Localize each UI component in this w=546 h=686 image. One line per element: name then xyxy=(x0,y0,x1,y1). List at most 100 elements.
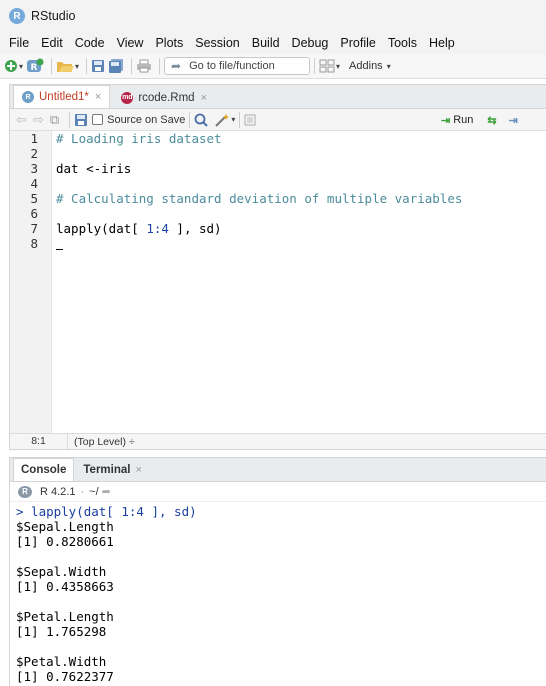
r-script-icon: R xyxy=(22,91,34,103)
console-output-line: $Petal.Width xyxy=(16,654,107,669)
console-output-line: [1] 0.7622377 xyxy=(16,669,114,684)
menu-file[interactable]: File xyxy=(4,36,34,50)
forward-arrow-icon[interactable]: ⇨ xyxy=(33,112,44,128)
menu-session[interactable]: Session xyxy=(190,36,244,50)
tab-label: Console xyxy=(21,464,67,476)
line-number: 3 xyxy=(30,161,38,176)
chevron-down-icon: ▾ xyxy=(336,61,341,71)
console-tabs: Console Terminal × xyxy=(10,458,546,482)
console-pane: Console Terminal × R R 4.2.1 · ~/ ➦ > la… xyxy=(9,457,546,686)
run-label: Run xyxy=(453,114,474,126)
chevron-down-icon: ▾ xyxy=(19,61,24,71)
scope-selector[interactable]: (Top Level) ÷ xyxy=(68,436,135,448)
tab-terminal[interactable]: Terminal × xyxy=(76,459,149,481)
code-editor[interactable]: 1 2 3 4 5 6 7 8 # Loading iris dataset d… xyxy=(10,131,546,435)
save-all-icon xyxy=(109,59,124,73)
console-output-line: $Petal.Length xyxy=(16,609,114,624)
save-button[interactable] xyxy=(91,56,105,76)
console-output-line: [1] 0.8280661 xyxy=(16,534,114,549)
menu-build[interactable]: Build xyxy=(247,36,285,50)
grid-icon xyxy=(319,59,335,73)
r-logo-icon: R xyxy=(18,485,32,498)
line-number: 6 xyxy=(30,206,38,221)
menu-debug[interactable]: Debug xyxy=(287,36,334,50)
source-on-save-checkbox[interactable]: Source on Save xyxy=(92,114,185,126)
go-to-directory-icon[interactable]: ➦ xyxy=(102,485,111,498)
console-output-line: [1] 0.4358663 xyxy=(16,579,114,594)
source-tabs: R Untitled1* × md rcode.Rmd × xyxy=(10,85,546,109)
separator: · xyxy=(80,485,85,498)
close-icon[interactable]: × xyxy=(135,464,141,476)
toolbar-divider xyxy=(239,111,241,128)
source-toolbar: ⇦ ⇨ ⧉ Source on Save ▾ ⇥ Run ⇆ ⇥ xyxy=(10,109,546,131)
source-on-save-label: Source on Save xyxy=(107,113,186,126)
menu-plots[interactable]: Plots xyxy=(150,36,188,50)
back-arrow-icon[interactable]: ⇦ xyxy=(16,112,27,128)
text-cursor xyxy=(56,249,63,250)
save-icon[interactable] xyxy=(74,113,88,127)
editor-status-bar: 8:1 (Top Level) ÷ xyxy=(10,433,546,449)
code-line: # Loading iris dataset xyxy=(56,131,222,146)
source-icon[interactable]: ⇥ xyxy=(509,114,518,127)
rerun-icon[interactable]: ⇆ xyxy=(487,114,496,127)
menu-code[interactable]: Code xyxy=(70,36,110,50)
new-project-button[interactable]: R xyxy=(26,56,44,76)
toolbar-divider xyxy=(159,58,161,74)
print-button[interactable] xyxy=(136,56,152,76)
tab-console[interactable]: Console xyxy=(13,458,75,481)
workspace-panes-button[interactable]: ▾ xyxy=(319,56,340,76)
console-output-line: $Sepal.Width xyxy=(16,564,107,579)
goto-placeholder: Go to file/function xyxy=(189,60,275,72)
menu-profile[interactable]: Profile xyxy=(335,36,380,50)
print-icon xyxy=(137,59,152,73)
toolbar-divider xyxy=(131,58,133,74)
line-number: 5 xyxy=(30,191,38,206)
console-output-line: $Sepal.Length xyxy=(16,519,114,534)
chevron-down-icon[interactable]: ▾ xyxy=(231,115,235,124)
toolbar-divider xyxy=(314,58,316,74)
folder-open-icon xyxy=(57,62,75,72)
code-token: lapply(dat[ xyxy=(56,221,147,236)
source-pane: R Untitled1* × md rcode.Rmd × ⇦ ⇨ ⧉ Sour… xyxy=(9,84,546,450)
working-directory[interactable]: ~/ xyxy=(89,486,98,498)
line-number: 2 xyxy=(30,146,38,161)
rmarkdown-icon: md xyxy=(121,91,134,104)
toolbar-divider xyxy=(69,111,71,128)
magic-wand-icon[interactable] xyxy=(214,113,230,127)
open-file-button[interactable]: ▾ xyxy=(56,56,79,76)
menu-edit[interactable]: Edit xyxy=(36,36,68,50)
close-icon[interactable]: × xyxy=(95,91,101,103)
menu-bar: File Edit Code View Plots Session Build … xyxy=(0,32,546,54)
addins-menu[interactable]: Addins ▾ xyxy=(349,60,391,72)
menu-help[interactable]: Help xyxy=(424,36,460,50)
checkbox-box[interactable] xyxy=(92,114,104,125)
arrow-right-icon: ➦ xyxy=(171,59,182,73)
save-all-button[interactable] xyxy=(108,56,124,76)
rstudio-logo-icon: R xyxy=(9,8,25,24)
line-number: 4 xyxy=(30,176,38,191)
code-line: dat <-iris xyxy=(56,161,132,176)
toolbar-divider xyxy=(189,111,191,128)
title-bar: R RStudio xyxy=(0,0,546,32)
r-version: R 4.2.1 xyxy=(40,485,76,498)
tab-rcode-rmd[interactable]: md rcode.Rmd × xyxy=(112,86,216,108)
tab-untitled1[interactable]: R Untitled1* × xyxy=(13,85,111,108)
toolbar-divider xyxy=(51,58,53,74)
show-in-window-icon[interactable]: ⧉ xyxy=(50,112,59,128)
close-icon[interactable]: × xyxy=(201,92,207,104)
line-number: 7 xyxy=(30,221,38,236)
new-file-icon xyxy=(5,60,17,72)
new-file-button[interactable]: ▾ xyxy=(4,56,23,76)
menu-view[interactable]: View xyxy=(112,36,149,50)
menu-tools[interactable]: Tools xyxy=(383,36,422,50)
document-outline-icon[interactable] xyxy=(244,114,256,126)
line-number: 8 xyxy=(30,236,38,251)
chevron-down-icon: ▾ xyxy=(386,62,391,71)
run-button[interactable]: ⇥ Run ⇆ ⇥ xyxy=(441,111,518,129)
search-icon[interactable] xyxy=(194,113,209,127)
svg-text:R: R xyxy=(31,63,38,73)
toolbar-divider xyxy=(86,58,88,74)
code-line: # Calculating standard deviation of mult… xyxy=(56,191,463,206)
goto-file-function-input[interactable]: ➦ Go to file/function xyxy=(164,57,311,75)
chevron-down-icon: ▾ xyxy=(75,61,80,71)
